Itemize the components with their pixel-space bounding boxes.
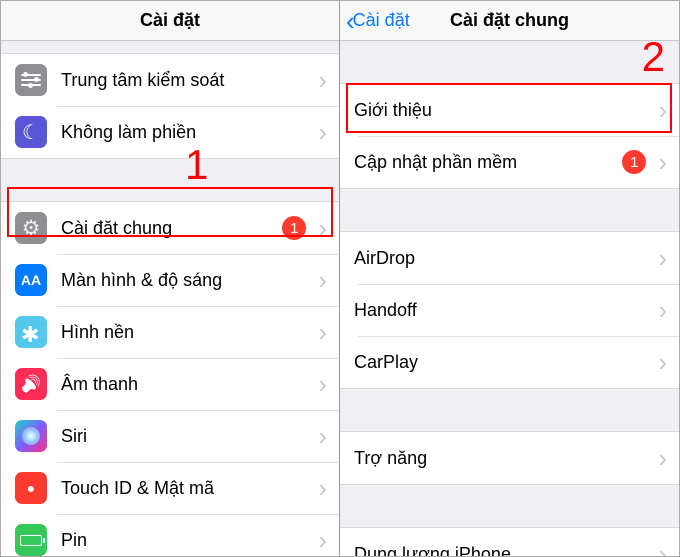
notification-badge: 1 [622,150,646,174]
row-sound[interactable]: Âm thanh › [1,358,339,410]
chevron-icon: › [650,295,679,326]
wallpaper-icon [15,316,47,348]
row-label: CarPlay [354,352,650,373]
back-button[interactable]: ‹ Cài đặt [346,8,410,34]
group-about: Giới thiệu › Cập nhật phần mềm 1 › [340,83,679,189]
settings-pane: Cài đặt Trung tâm kiểm soát › Không làm … [1,1,340,556]
row-label: Dung lượng iPhone [354,544,650,557]
back-label: Cài đặt [353,10,410,31]
row-label: Trợ năng [354,448,650,469]
row-handoff[interactable]: Handoff › [340,284,679,336]
chevron-icon: › [310,473,339,504]
group-accessibility: Trợ năng › [340,431,679,485]
chevron-icon: › [310,65,339,96]
chevron-icon: › [310,317,339,348]
chevron-icon: › [650,147,679,178]
chevron-icon: › [650,95,679,126]
row-battery[interactable]: Pin › [1,514,339,556]
group-controls: Trung tâm kiểm soát › Không làm phiền › [1,53,339,159]
row-touchid[interactable]: Touch ID & Mật mã › [1,462,339,514]
navbar-left: Cài đặt [1,1,339,41]
row-label: Hình nền [61,322,310,343]
row-storage[interactable]: Dung lượng iPhone › [340,528,679,556]
chevron-icon: › [310,421,339,452]
sound-icon [15,368,47,400]
row-label: Màn hình & độ sáng [61,270,310,291]
row-siri[interactable]: Siri › [1,410,339,462]
row-carplay[interactable]: CarPlay › [340,336,679,388]
navbar-right: ‹ Cài đặt Cài đặt chung [340,1,679,41]
row-airdrop[interactable]: AirDrop › [340,232,679,284]
fingerprint-icon [15,472,47,504]
row-label: Handoff [354,300,650,321]
chevron-icon: › [650,539,679,557]
row-general[interactable]: Cài đặt chung 1 › [1,202,339,254]
chevron-icon: › [650,443,679,474]
gear-icon [15,212,47,244]
group-storage: Dung lượng iPhone › [340,527,679,556]
general-pane: ‹ Cài đặt Cài đặt chung Giới thiệu › Cập… [340,1,679,556]
row-label: Giới thiệu [354,100,650,121]
row-label: Không làm phiền [61,122,310,143]
row-label: Âm thanh [61,374,310,395]
control-center-icon [15,64,47,96]
row-software-update[interactable]: Cập nhật phần mềm 1 › [340,136,679,188]
moon-icon [15,116,47,148]
row-label: Cập nhật phần mềm [354,152,622,173]
row-dnd[interactable]: Không làm phiền › [1,106,339,158]
row-label: Siri [61,426,310,447]
battery-icon [15,524,47,556]
chevron-icon: › [650,347,679,378]
row-label: Cài đặt chung [61,218,282,239]
chevron-icon: › [650,243,679,274]
row-accessibility[interactable]: Trợ năng › [340,432,679,484]
chevron-icon: › [310,525,339,556]
row-control-center[interactable]: Trung tâm kiểm soát › [1,54,339,106]
chevron-icon: › [310,369,339,400]
row-about[interactable]: Giới thiệu › [340,84,679,136]
row-label: Pin [61,530,310,551]
chevron-icon: › [310,117,339,148]
group-main: Cài đặt chung 1 › Màn hình & độ sáng › H… [1,201,339,556]
notification-badge: 1 [282,216,306,240]
row-display[interactable]: Màn hình & độ sáng › [1,254,339,306]
row-label: Touch ID & Mật mã [61,478,310,499]
chevron-icon: › [310,213,339,244]
nav-title-left: Cài đặt [140,10,200,31]
row-wallpaper[interactable]: Hình nền › [1,306,339,358]
siri-icon [15,420,47,452]
nav-title-right: Cài đặt chung [450,10,569,31]
display-icon [15,264,47,296]
group-connect: AirDrop › Handoff › CarPlay › [340,231,679,389]
row-label: Trung tâm kiểm soát [61,70,310,91]
chevron-icon: › [310,265,339,296]
row-label: AirDrop [354,248,650,269]
